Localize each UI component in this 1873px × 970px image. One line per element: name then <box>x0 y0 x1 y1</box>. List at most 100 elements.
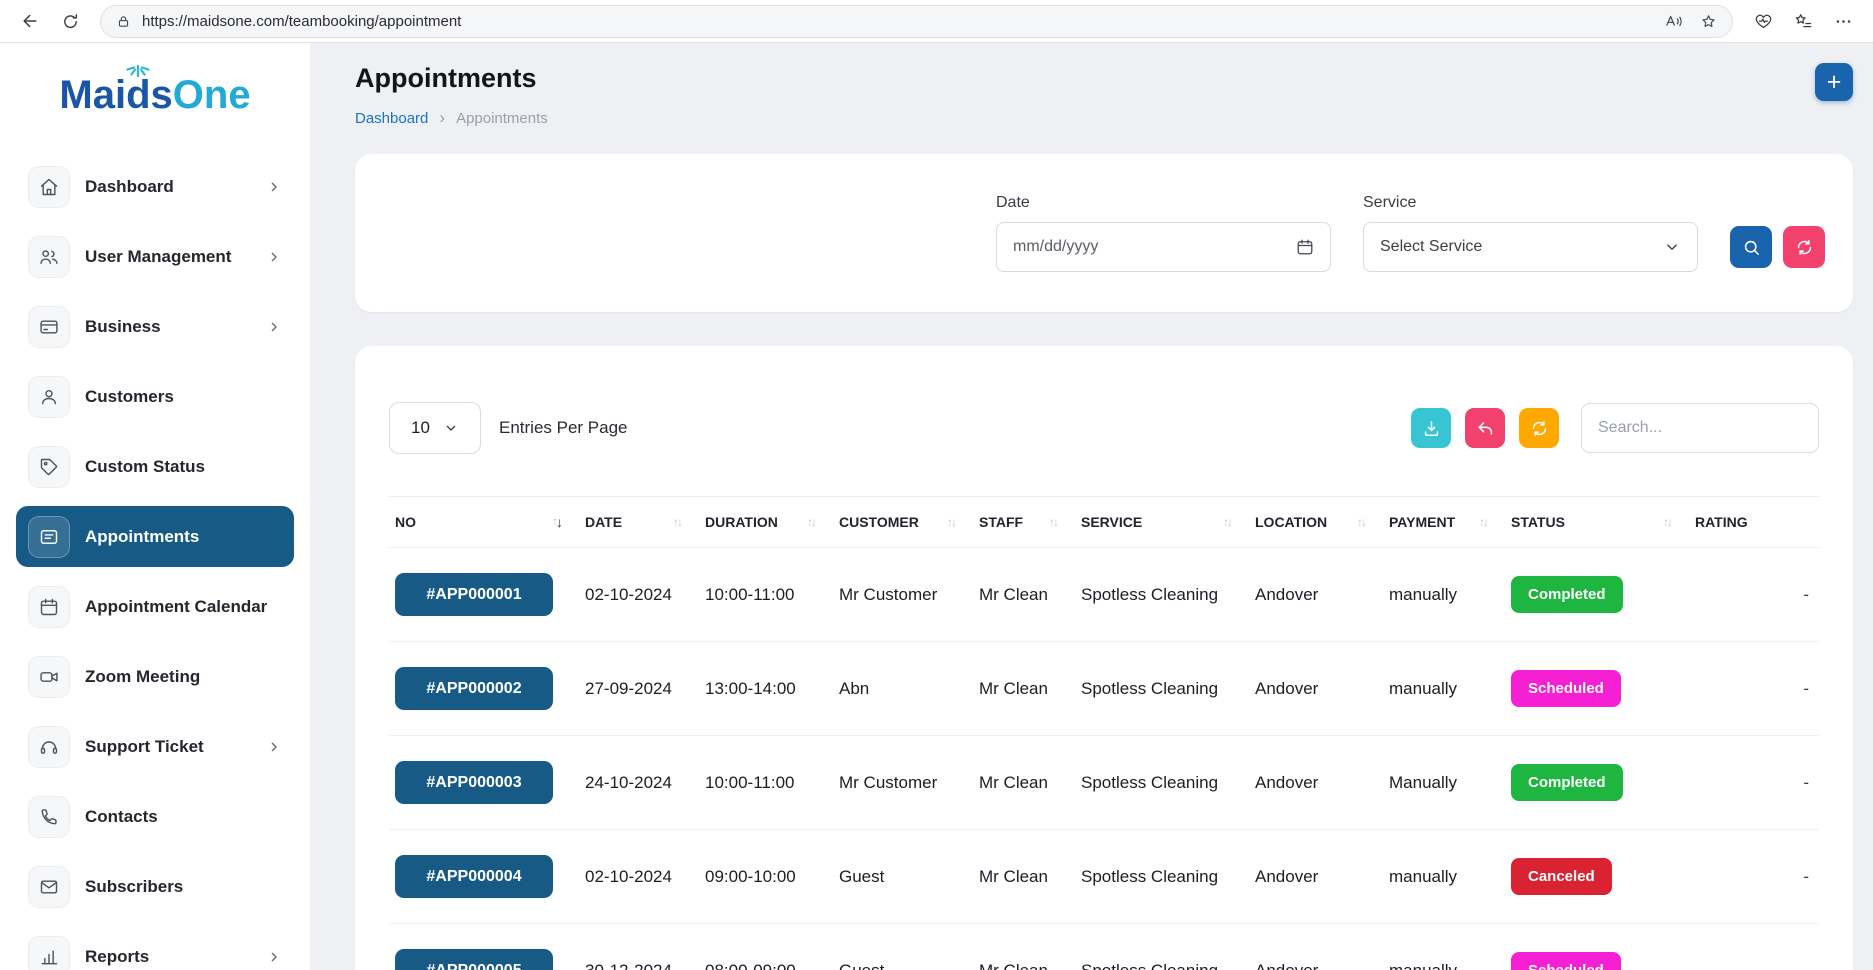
cell-customer: Mr Customer <box>833 736 973 830</box>
appointment-id-badge[interactable]: #APP000005 <box>395 949 553 970</box>
column-header-rating[interactable]: RATING <box>1689 497 1819 548</box>
site-info-lock-icon[interactable] <box>116 14 131 29</box>
cell-date: 02-10-2024 <box>579 830 699 924</box>
entries-per-page-label: Entries Per Page <box>499 418 628 438</box>
cell-staff: Mr Clean <box>973 924 1075 970</box>
table-row[interactable]: #APP000005 30-12-2024 08:00-09:00 Guest … <box>389 924 1819 970</box>
appointments-icon <box>28 516 70 558</box>
reset-filters-button[interactable] <box>1783 226 1825 268</box>
status-badge: Completed <box>1511 764 1623 801</box>
sidebar-item-reports[interactable]: Reports <box>16 926 294 970</box>
column-header-date[interactable]: DATE↑↓ <box>579 497 699 548</box>
table-search-input[interactable] <box>1581 403 1819 453</box>
cell-staff: Mr Clean <box>973 830 1075 924</box>
back-icon[interactable] <box>12 4 48 38</box>
sort-icon: ↑↓ <box>1479 515 1499 529</box>
breadcrumb: Dashboard › Appointments <box>355 108 548 128</box>
undo-back-button[interactable] <box>1465 408 1505 448</box>
table-row[interactable]: #APP000002 27-09-2024 13:00-14:00 Abn Mr… <box>389 642 1819 736</box>
refresh-table-button[interactable] <box>1519 408 1559 448</box>
home-icon <box>28 166 70 208</box>
envelope-icon <box>28 866 70 908</box>
sort-icon: ↑↓ <box>1223 515 1243 529</box>
cell-service: Spotless Cleaning <box>1075 642 1249 736</box>
column-header-no[interactable]: NO↑↓ <box>389 497 579 548</box>
cell-service: Spotless Cleaning <box>1075 548 1249 642</box>
sidebar-item-customers[interactable]: Customers <box>16 366 294 427</box>
chevron-right-icon <box>266 249 282 265</box>
cell-date: 24-10-2024 <box>579 736 699 830</box>
favorite-star-icon[interactable] <box>1700 13 1717 30</box>
chevron-down-icon <box>443 420 459 436</box>
column-header-status[interactable]: STATUS↑↓ <box>1505 497 1689 548</box>
breadcrumb-dashboard-link[interactable]: Dashboard <box>355 110 428 127</box>
date-input[interactable]: mm/dd/yyyy <box>996 222 1331 272</box>
search-button[interactable] <box>1730 226 1772 268</box>
status-badge: Canceled <box>1511 858 1612 895</box>
page-title: Appointments <box>355 63 548 94</box>
appointment-id-badge[interactable]: #APP000004 <box>395 855 553 898</box>
column-header-customer[interactable]: CUSTOMER↑↓ <box>833 497 973 548</box>
sidebar-item-subscribers[interactable]: Subscribers <box>16 856 294 917</box>
sort-icon: ↑↓ <box>807 515 827 529</box>
page-header: Appointments Dashboard › Appointments + <box>355 63 1853 128</box>
sidebar-item-appointments[interactable]: Appointments <box>16 506 294 567</box>
credit-card-icon <box>28 306 70 348</box>
read-aloud-icon[interactable] <box>1664 12 1684 30</box>
column-header-service[interactable]: SERVICE↑↓ <box>1075 497 1249 548</box>
sidebar-menu: Dashboard User Management Business Custo… <box>0 156 310 970</box>
export-download-button[interactable] <box>1411 408 1451 448</box>
service-field: Service Select Service <box>1363 194 1698 272</box>
status-badge: Scheduled <box>1511 670 1621 707</box>
cell-rating: - <box>1689 642 1819 736</box>
sidebar-item-custom-status[interactable]: Custom Status <box>16 436 294 497</box>
sidebar-item-business[interactable]: Business <box>16 296 294 357</box>
entries-per-page-select[interactable]: 10 <box>389 402 481 454</box>
column-header-staff[interactable]: STAFF↑↓ <box>973 497 1075 548</box>
cell-customer: Abn <box>833 642 973 736</box>
table-header-row: NO↑↓ DATE↑↓ DURATION↑↓ CUSTOMER↑↓ STAFF↑… <box>389 497 1819 548</box>
table-row[interactable]: #APP000003 24-10-2024 10:00-11:00 Mr Cus… <box>389 736 1819 830</box>
chevron-down-icon <box>1663 238 1681 256</box>
cell-location: Andover <box>1249 736 1383 830</box>
table-row[interactable]: #APP000001 02-10-2024 10:00-11:00 Mr Cus… <box>389 548 1819 642</box>
appointment-id-badge[interactable]: #APP000001 <box>395 573 553 616</box>
cell-duration: 13:00-14:00 <box>699 642 833 736</box>
service-select[interactable]: Select Service <box>1363 222 1698 272</box>
sidebar-item-appointment-calendar[interactable]: Appointment Calendar <box>16 576 294 637</box>
cell-service: Spotless Cleaning <box>1075 830 1249 924</box>
sidebar-item-support-ticket[interactable]: Support Ticket <box>16 716 294 777</box>
column-header-duration[interactable]: DURATION↑↓ <box>699 497 833 548</box>
cell-duration: 08:00-09:00 <box>699 924 833 970</box>
table-row[interactable]: #APP000004 02-10-2024 09:00-10:00 Guest … <box>389 830 1819 924</box>
browser-essentials-icon[interactable] <box>1745 4 1781 38</box>
brand-name-part2: One <box>173 73 251 117</box>
column-header-payment[interactable]: PAYMENT↑↓ <box>1383 497 1505 548</box>
sidebar-item-user-management[interactable]: User Management <box>16 226 294 287</box>
column-header-location[interactable]: LOCATION↑↓ <box>1249 497 1383 548</box>
brand-name-part1: Maids <box>59 73 172 117</box>
cell-rating: - <box>1689 830 1819 924</box>
sidebar-item-zoom-meeting[interactable]: Zoom Meeting <box>16 646 294 707</box>
cell-staff: Mr Clean <box>973 642 1075 736</box>
service-label: Service <box>1363 194 1698 212</box>
cell-date: 30-12-2024 <box>579 924 699 970</box>
appointment-id-badge[interactable]: #APP000002 <box>395 667 553 710</box>
phone-icon <box>28 796 70 838</box>
settings-menu-icon[interactable] <box>1825 4 1861 38</box>
chevron-right-icon <box>266 319 282 335</box>
chevron-right-icon <box>266 739 282 755</box>
appointment-id-badge[interactable]: #APP000003 <box>395 761 553 804</box>
cell-payment: manually <box>1383 548 1505 642</box>
favorites-icon[interactable] <box>1785 4 1821 38</box>
add-appointment-button[interactable]: + <box>1815 63 1853 101</box>
sidebar-item-dashboard[interactable]: Dashboard <box>16 156 294 217</box>
cell-rating: - <box>1689 924 1819 970</box>
cell-payment: manually <box>1383 924 1505 970</box>
brand-logo[interactable]: MaidsOne <box>59 73 250 118</box>
browser-toolbar: https://maidsone.com/teambooking/appoint… <box>0 0 1873 43</box>
calendar-icon[interactable] <box>1296 238 1314 256</box>
sidebar-item-contacts[interactable]: Contacts <box>16 786 294 847</box>
address-bar[interactable]: https://maidsone.com/teambooking/appoint… <box>100 5 1733 38</box>
refresh-icon[interactable] <box>52 4 88 38</box>
